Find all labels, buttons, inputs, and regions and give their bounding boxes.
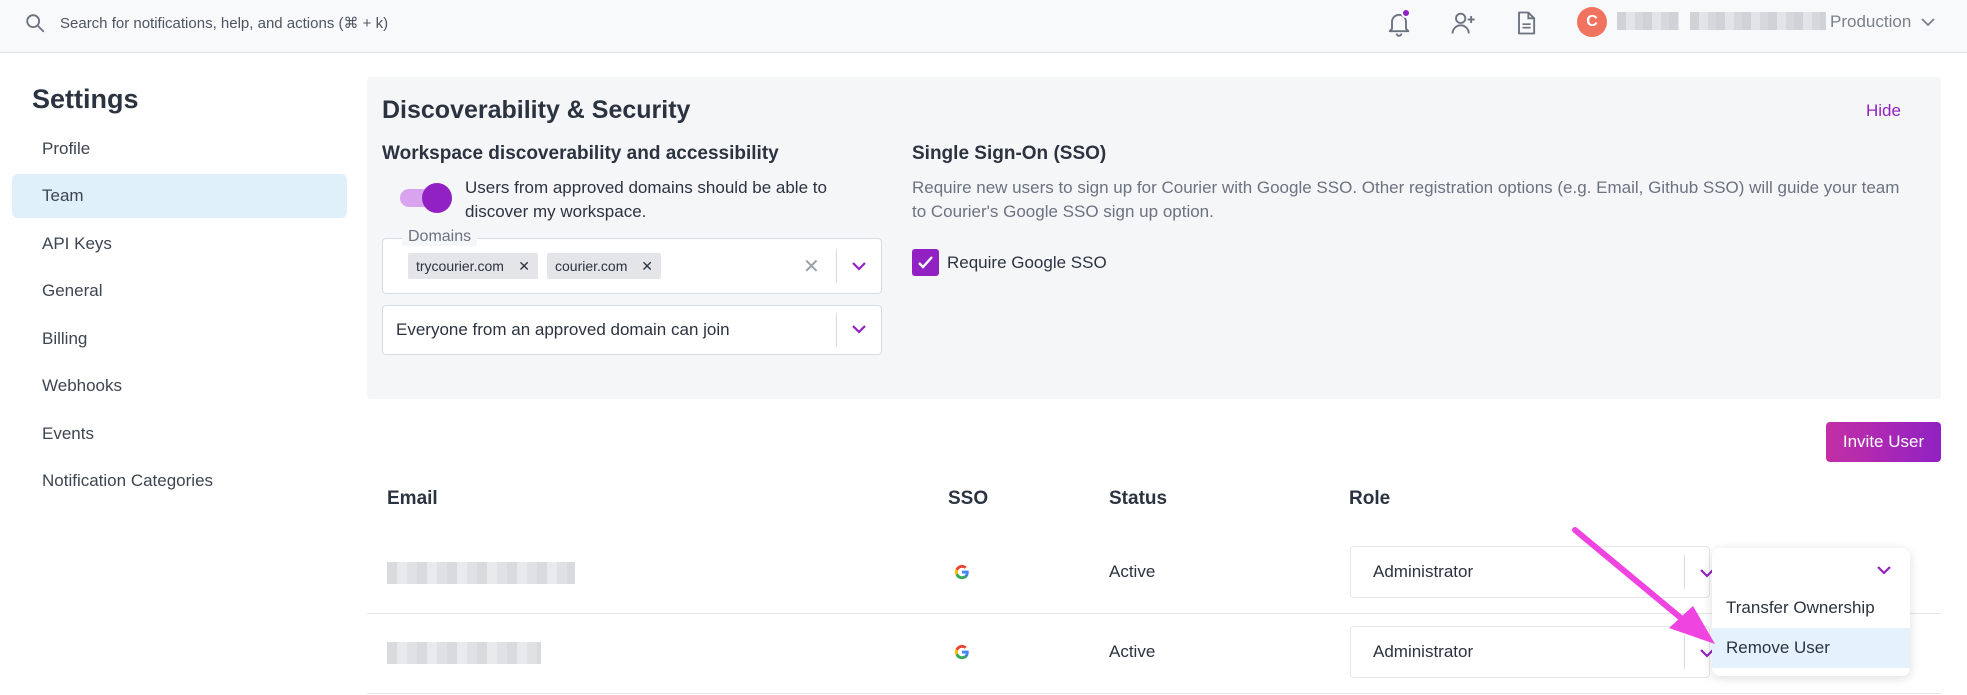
- role-value: Administrator: [1373, 562, 1474, 581]
- divider: [836, 313, 837, 347]
- remove-user-option[interactable]: Remove User: [1712, 628, 1910, 668]
- hide-link[interactable]: Hide: [1866, 101, 1901, 121]
- domains-label: Domains: [402, 228, 478, 246]
- check-icon: [918, 256, 933, 269]
- sso-heading: Single Sign-On (SSO): [912, 143, 1107, 164]
- section-title: Discoverability & Security: [382, 96, 691, 124]
- remove-chip-icon[interactable]: ✕: [518, 253, 530, 279]
- sidebar-item-general[interactable]: General: [12, 269, 347, 313]
- invite-user-button[interactable]: Invite User: [1826, 422, 1941, 462]
- sidebar-item-profile[interactable]: Profile: [12, 127, 347, 171]
- redacted-email: [387, 562, 575, 584]
- chevron-down-icon[interactable]: [849, 319, 869, 339]
- domain-chip: courier.com ✕: [547, 253, 661, 279]
- require-sso-label: Require Google SSO: [947, 253, 1107, 272]
- annotation-arrow: [1572, 527, 1715, 644]
- role-value: Administrator: [1373, 642, 1474, 661]
- add-user-icon[interactable]: [1449, 9, 1477, 37]
- sidebar-item-notification-categories[interactable]: Notification Categories: [12, 459, 347, 503]
- search-input[interactable]: Search for notifications, help, and acti…: [60, 14, 388, 32]
- toggle-knob: [422, 183, 452, 213]
- redacted-email: [387, 642, 541, 664]
- join-policy-value: Everyone from an approved domain can joi…: [396, 320, 730, 339]
- sidebar-item-api-keys[interactable]: API Keys: [12, 222, 347, 266]
- status-label: Active: [1109, 562, 1156, 581]
- chevron-down-icon[interactable]: [849, 256, 869, 276]
- column-header-role: Role: [1349, 488, 1391, 509]
- redacted-workspace-name: [1690, 12, 1826, 30]
- remove-chip-icon[interactable]: ✕: [641, 253, 653, 279]
- redacted-user-name: [1617, 12, 1679, 30]
- toggle-label: Users from approved domains should be ab…: [465, 178, 827, 221]
- document-icon[interactable]: [1512, 9, 1540, 37]
- chevron-down-icon[interactable]: [1918, 12, 1938, 32]
- transfer-ownership-option[interactable]: Transfer Ownership: [1712, 588, 1910, 628]
- sidebar-item-team[interactable]: Team: [12, 174, 347, 218]
- top-bar: Search for notifications, help, and acti…: [0, 0, 1967, 53]
- notification-dot: [1401, 8, 1411, 18]
- sidebar-item-billing[interactable]: Billing: [12, 317, 347, 361]
- clear-icon[interactable]: ✕: [803, 254, 820, 279]
- domain-chip-label: trycourier.com: [416, 258, 504, 274]
- avatar[interactable]: C: [1577, 7, 1607, 37]
- sidebar-item-webhooks[interactable]: Webhooks: [12, 364, 347, 408]
- divider: [367, 693, 1941, 694]
- search-icon: [26, 14, 45, 33]
- status-label: Active: [1109, 642, 1156, 661]
- google-icon: [954, 564, 969, 580]
- google-icon: [954, 644, 969, 660]
- page-title: Settings: [32, 84, 139, 114]
- role-action-menu: Transfer Ownership Remove User: [1712, 548, 1910, 676]
- column-header-email: Email: [387, 488, 438, 509]
- require-sso-checkbox[interactable]: [912, 249, 939, 276]
- column-header-sso: SSO: [948, 488, 989, 509]
- workspace-discoverability-heading: Workspace discoverability and accessibil…: [382, 143, 779, 164]
- divider: [836, 249, 837, 283]
- domain-chip: trycourier.com ✕: [408, 253, 538, 279]
- domain-chip-label: courier.com: [555, 258, 628, 274]
- column-header-status: Status: [1109, 488, 1168, 509]
- workspace-selector[interactable]: Production: [1830, 12, 1911, 32]
- chevron-down-icon[interactable]: [1874, 560, 1894, 580]
- sidebar-item-events[interactable]: Events: [12, 412, 347, 456]
- sso-description: Require new users to sign up for Courier…: [912, 178, 1900, 221]
- discoverability-toggle[interactable]: [400, 181, 452, 213]
